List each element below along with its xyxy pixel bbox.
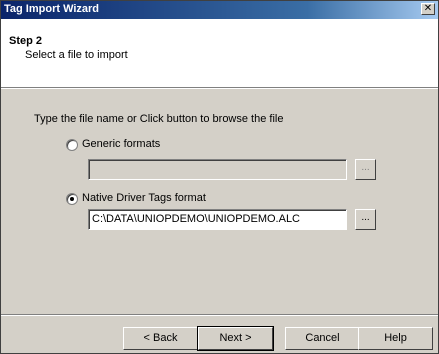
native-driver-label[interactable]: Native Driver Tags format [82, 192, 206, 204]
instruction-text: Type the file name or Click button to br… [34, 113, 284, 125]
generic-formats-radio[interactable] [66, 139, 78, 151]
close-button[interactable]: ✕ [421, 3, 435, 15]
wizard-header: Step 2 Select a file to import [1, 19, 438, 87]
next-button[interactable]: Next > [197, 326, 274, 351]
step-subtitle: Select a file to import [25, 49, 128, 61]
generic-file-input[interactable] [88, 159, 347, 180]
native-driver-radio[interactable] [66, 193, 78, 205]
footer-divider [1, 314, 438, 316]
cancel-button[interactable]: Cancel [285, 327, 360, 350]
close-icon: ✕ [423, 3, 433, 14]
header-divider [1, 87, 438, 89]
wizard-window: Tag Import Wizard ✕ Step 2 Select a file… [0, 0, 439, 354]
generic-browse-button[interactable]: ... [355, 159, 376, 180]
generic-formats-label[interactable]: Generic formats [82, 138, 160, 150]
radio-selected-dot [70, 197, 74, 201]
native-browse-button[interactable]: ... [355, 209, 376, 230]
native-file-input[interactable]: C:\DATA\UNIOPDEMO\UNIOPDEMO.ALC [88, 209, 347, 230]
step-title: Step 2 [9, 35, 43, 47]
window-title: Tag Import Wizard [4, 3, 100, 15]
back-button[interactable]: < Back [123, 327, 198, 350]
help-button[interactable]: Help [358, 327, 433, 350]
title-bar[interactable]: Tag Import Wizard ✕ [1, 1, 438, 19]
